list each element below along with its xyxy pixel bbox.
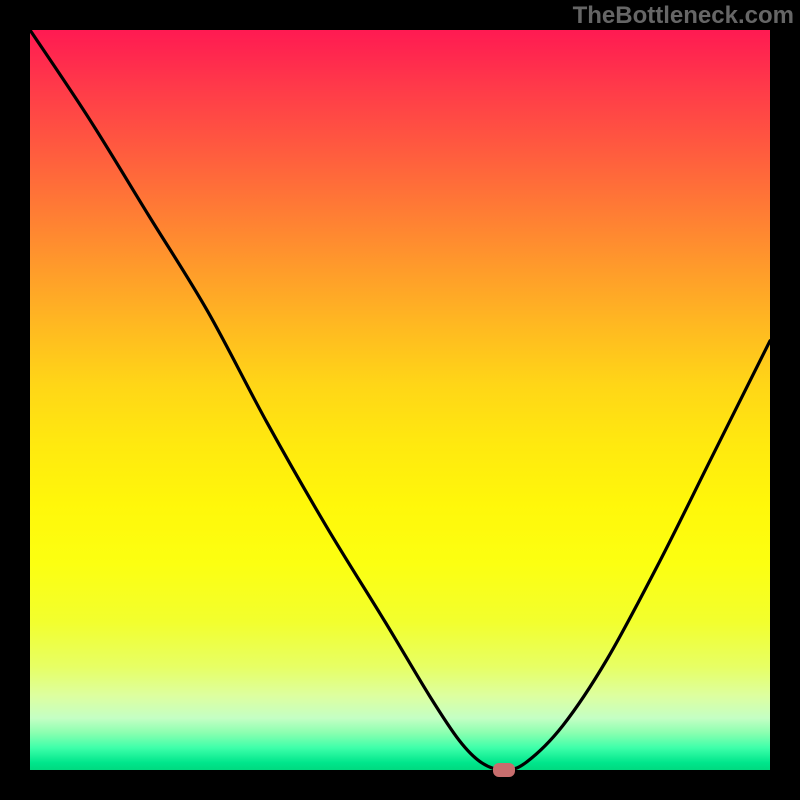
attribution-watermark: TheBottleneck.com <box>573 2 794 30</box>
bottleneck-curve <box>30 30 770 770</box>
curve-path <box>30 30 770 770</box>
plot-area <box>30 30 770 770</box>
optimal-point-marker <box>493 763 515 777</box>
